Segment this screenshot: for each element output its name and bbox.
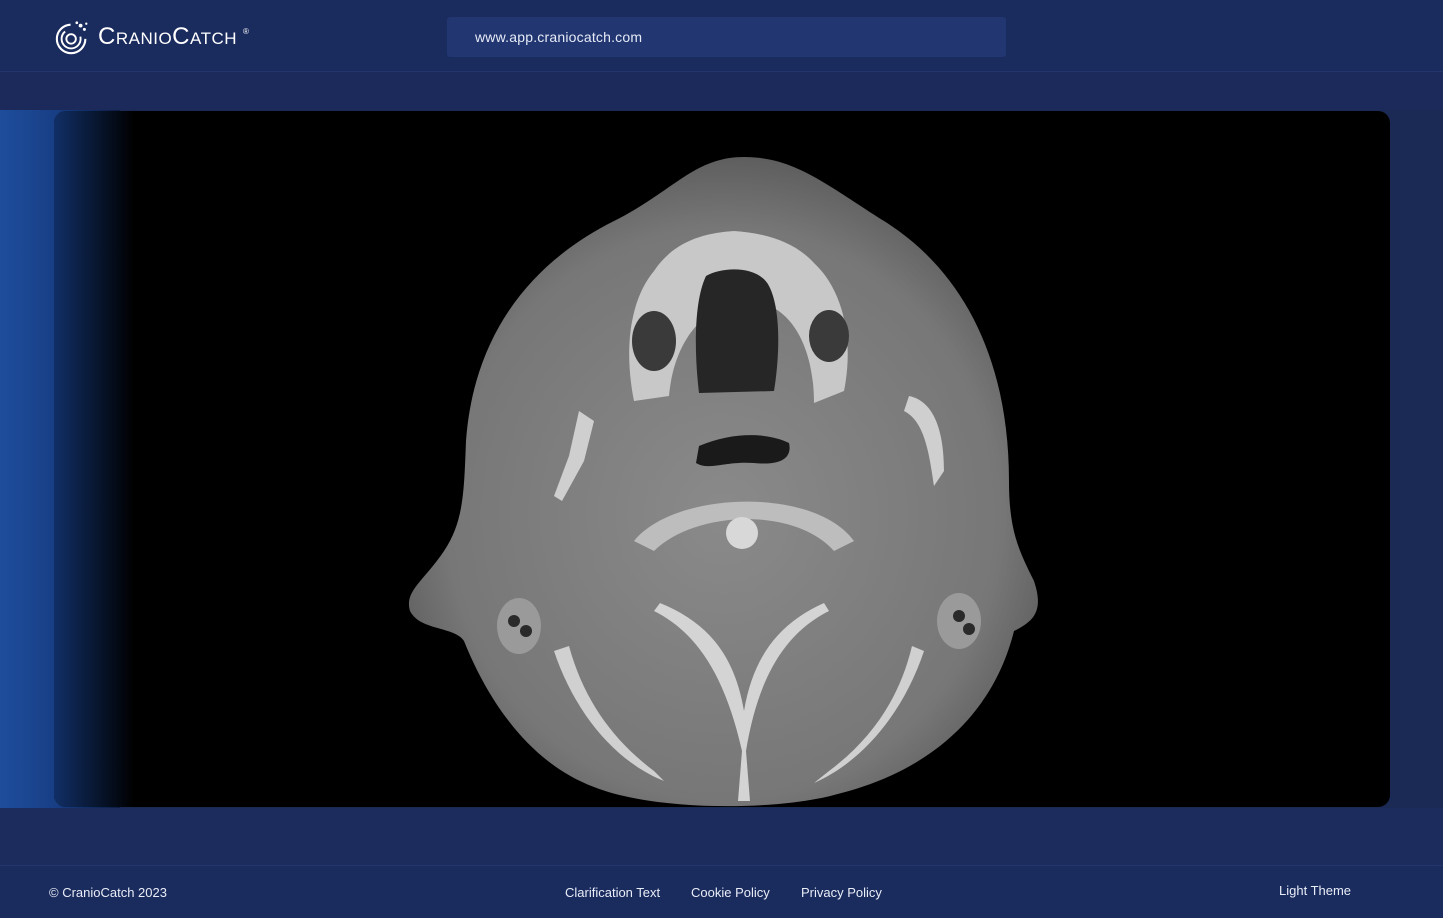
registered-mark: ®	[243, 26, 249, 36]
brand-name: CranioCatch	[98, 23, 238, 50]
brand-logo[interactable]: CranioCatch ®	[54, 18, 249, 56]
url-text: www.app.craniocatch.com	[475, 29, 643, 45]
viewer-left-fade	[54, 111, 134, 807]
bottom-band	[0, 808, 1443, 865]
light-theme-toggle[interactable]: Light Theme	[1279, 883, 1351, 898]
privacy-policy-link[interactable]: Privacy Policy	[801, 885, 882, 900]
header-band	[0, 72, 1443, 110]
craniocatch-logo-icon	[55, 21, 88, 55]
clarification-text-link[interactable]: Clarification Text	[565, 885, 660, 900]
ct-scan-image	[408, 157, 1038, 807]
top-header: CranioCatch ® www.app.craniocatch.com	[0, 0, 1443, 72]
copyright-text: © CranioCatch 2023	[49, 885, 167, 900]
url-bar[interactable]: www.app.craniocatch.com	[447, 17, 1006, 57]
footer: © CranioCatch 2023 Clarification Text Co…	[0, 865, 1443, 918]
cookie-policy-link[interactable]: Cookie Policy	[691, 885, 770, 900]
nasal-cavity	[695, 269, 779, 393]
scan-viewer[interactable]	[54, 111, 1390, 807]
